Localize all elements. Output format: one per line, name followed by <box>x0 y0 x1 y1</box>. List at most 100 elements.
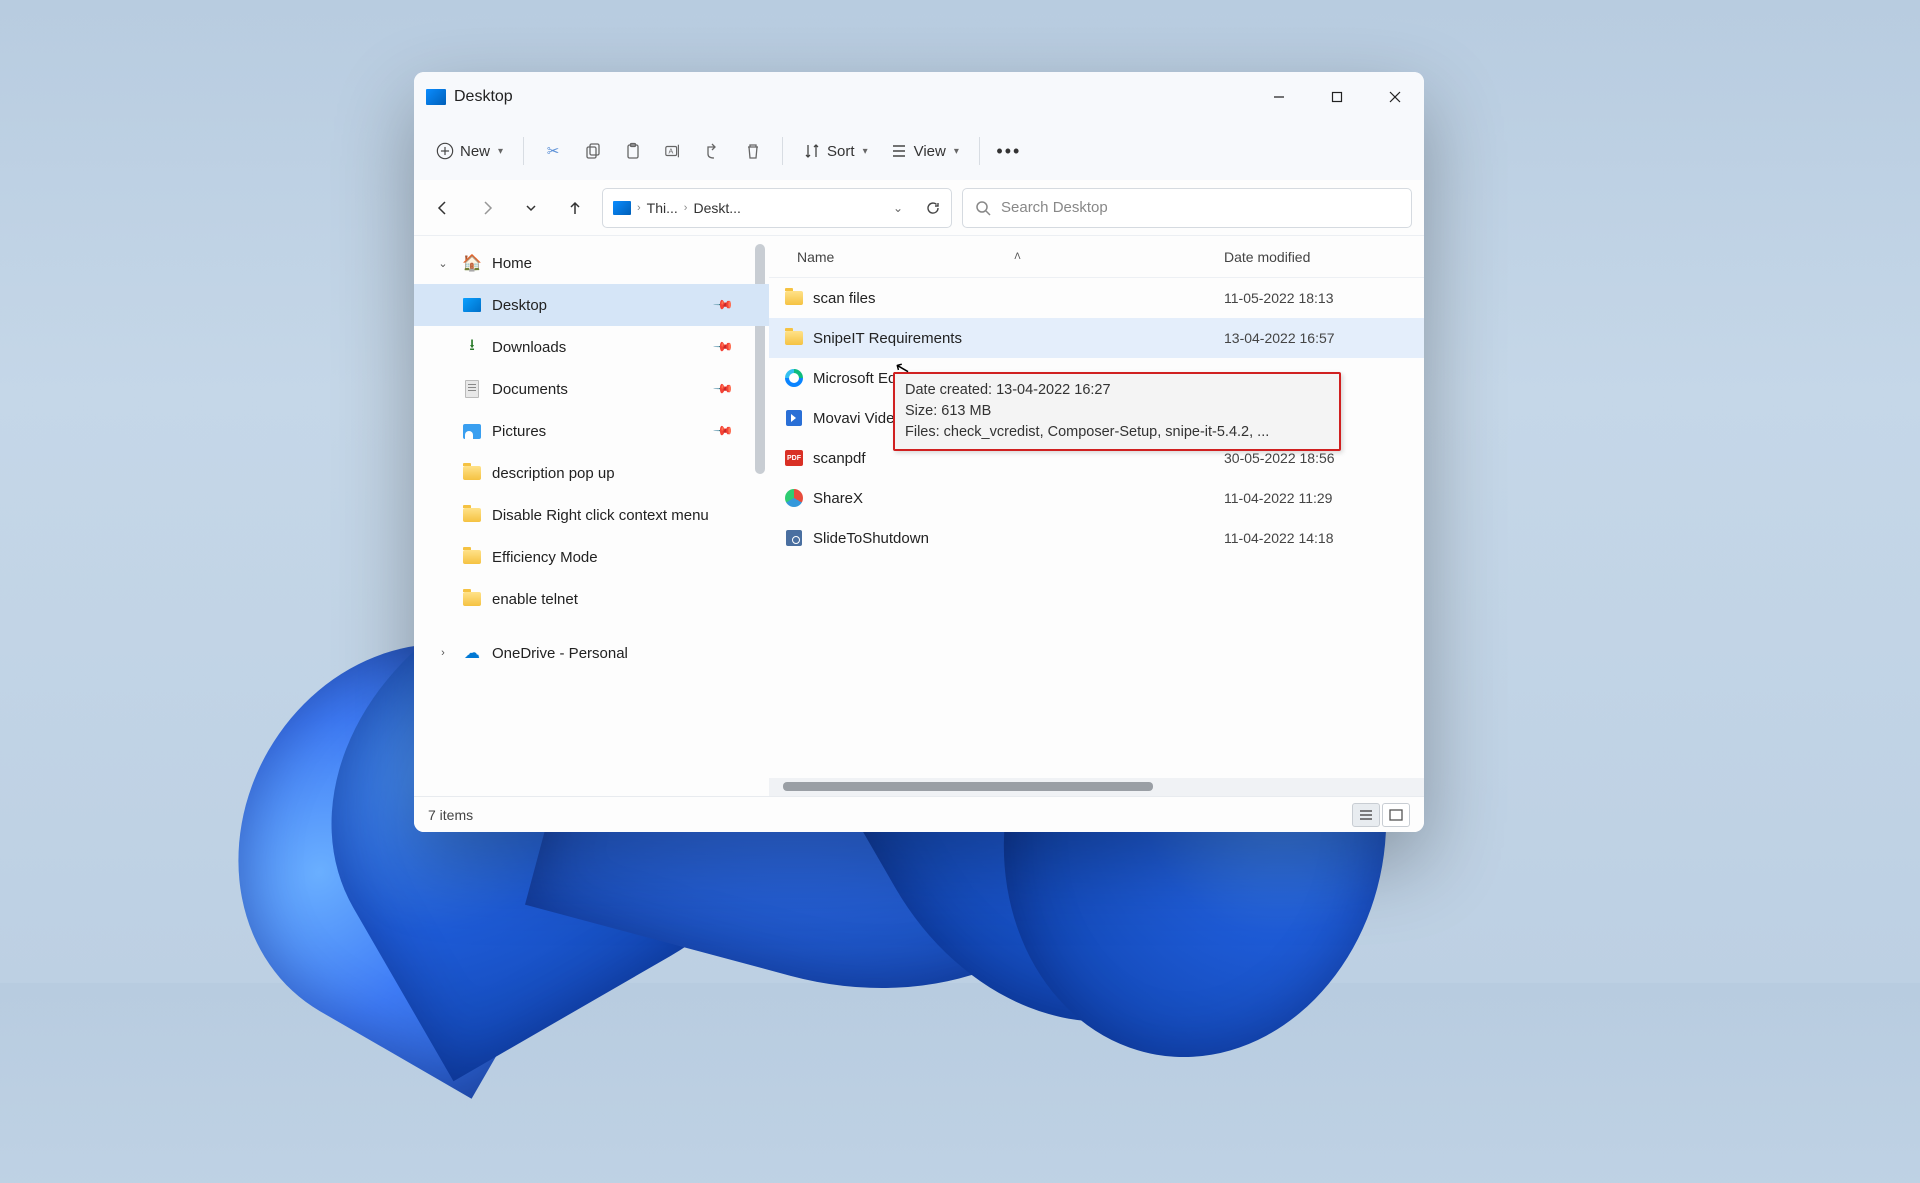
sidebar-item-pictures[interactable]: Pictures 📌 <box>414 410 769 452</box>
folder-icon <box>463 550 481 564</box>
pdf-icon: PDF <box>785 450 803 466</box>
address-row: › Thi... › Deskt... ⌄ <box>414 180 1424 236</box>
tooltip: Date created: 13-04-2022 16:27 Size: 613… <box>893 372 1341 451</box>
column-header-name[interactable]: Name <box>797 249 834 265</box>
forward-button[interactable] <box>470 191 504 225</box>
chevron-right-icon: › <box>637 202 641 214</box>
window-title: Desktop <box>454 88 513 106</box>
sidebar-item-label: description pop up <box>492 465 615 482</box>
column-header-date[interactable]: Date modified <box>1224 249 1424 265</box>
file-date: 11-04-2022 11:29 <box>1224 490 1424 506</box>
file-explorer-window: Desktop New ▾ ✂ A <box>414 72 1424 832</box>
folder-icon <box>463 466 481 480</box>
shutdown-icon <box>786 530 802 546</box>
cloud-icon: ☁ <box>462 644 482 662</box>
cut-button[interactable]: ✂ <box>534 131 572 171</box>
close-button[interactable] <box>1366 72 1424 122</box>
chevron-down-icon[interactable]: ⌄ <box>436 257 450 270</box>
search-input[interactable] <box>1001 199 1399 216</box>
new-label: New <box>460 143 490 160</box>
pc-icon <box>613 201 631 215</box>
file-row[interactable]: scan files11-05-2022 18:13 <box>769 278 1424 318</box>
horizontal-scrollbar[interactable] <box>769 778 1424 796</box>
clipboard-icon <box>624 142 642 160</box>
app-icon <box>426 89 446 105</box>
sidebar-item-folder[interactable]: enable telnet <box>414 578 769 620</box>
file-date: 30-05-2022 18:56 <box>1224 450 1424 466</box>
column-header-row: Name ᐱ Date modified <box>769 236 1424 278</box>
pin-icon[interactable]: 📌 <box>712 420 735 443</box>
pin-icon[interactable]: 📌 <box>712 336 735 359</box>
breadcrumb-segment[interactable]: Thi... <box>647 200 678 216</box>
chevron-down-icon: ▾ <box>498 146 503 157</box>
file-name: SlideToShutdown <box>813 530 929 547</box>
rename-button[interactable]: A <box>654 131 692 171</box>
sidebar-item-desktop[interactable]: Desktop 📌 <box>414 284 769 326</box>
paste-button[interactable] <box>614 131 652 171</box>
sidebar-item-label: Home <box>492 255 532 272</box>
chevron-right-icon[interactable]: › <box>436 647 450 659</box>
file-name: Microsoft Edg <box>813 370 905 387</box>
search-bar[interactable] <box>962 188 1412 228</box>
more-button[interactable]: ••• <box>990 131 1028 171</box>
up-button[interactable] <box>558 191 592 225</box>
sort-button[interactable]: Sort ▾ <box>793 131 878 171</box>
toolbar: New ▾ ✂ A Sort ▾ View ▾ ••• <box>414 122 1424 180</box>
sidebar-item-label: Desktop <box>492 297 547 314</box>
refresh-button[interactable] <box>925 200 941 216</box>
sort-ascending-icon: ᐱ <box>1014 251 1020 262</box>
folder-icon <box>463 592 481 606</box>
list-icon <box>890 142 908 160</box>
sidebar-item-label: Disable Right click context menu <box>492 507 709 524</box>
file-name: scanpdf <box>813 450 866 467</box>
view-button[interactable]: View ▾ <box>880 131 969 171</box>
file-row[interactable]: SnipeIT Requirements13-04-2022 16:57 <box>769 318 1424 358</box>
share-button[interactable] <box>694 131 732 171</box>
file-name: ShareX <box>813 490 863 507</box>
sidebar-item-folder[interactable]: description pop up <box>414 452 769 494</box>
sidebar-item-label: Efficiency Mode <box>492 549 598 566</box>
search-icon <box>975 200 991 216</box>
maximize-button[interactable] <box>1308 72 1366 122</box>
address-bar[interactable]: › Thi... › Deskt... ⌄ <box>602 188 952 228</box>
view-label: View <box>914 143 946 160</box>
delete-button[interactable] <box>734 131 772 171</box>
folder-icon <box>785 291 803 305</box>
sidebar-item-folder[interactable]: Efficiency Mode <box>414 536 769 578</box>
document-icon <box>465 380 479 398</box>
sidebar-item-home[interactable]: ⌄ Home <box>414 242 769 284</box>
sidebar-item-onedrive[interactable]: › ☁ OneDrive - Personal <box>414 632 769 674</box>
share-icon <box>704 142 722 160</box>
chevron-down-icon: ▾ <box>954 146 959 157</box>
folder-icon <box>463 508 481 522</box>
titlebar[interactable]: Desktop <box>414 72 1424 122</box>
details-view-button[interactable] <box>1352 803 1380 827</box>
sidebar-item-documents[interactable]: Documents 📌 <box>414 368 769 410</box>
sort-label: Sort <box>827 143 855 160</box>
sidebar-item-folder[interactable]: Disable Right click context menu <box>414 494 769 536</box>
sidebar-item-label: Downloads <box>492 339 566 356</box>
file-list: Name ᐱ Date modified scan files11-05-202… <box>769 236 1424 796</box>
chevron-down-icon[interactable]: ⌄ <box>893 201 903 215</box>
scrollbar-thumb[interactable] <box>783 782 1153 791</box>
copy-button[interactable] <box>574 131 612 171</box>
file-date: 11-05-2022 18:13 <box>1224 290 1424 306</box>
download-icon: ⭳ <box>462 338 482 356</box>
minimize-button[interactable] <box>1250 72 1308 122</box>
sidebar-item-label: enable telnet <box>492 591 578 608</box>
pictures-icon <box>463 424 481 439</box>
plus-circle-icon <box>436 142 454 160</box>
sidebar: ⌄ Home Desktop 📌 ⭳ Downloads 📌 Documents… <box>414 236 769 796</box>
breadcrumb-segment[interactable]: Deskt... <box>693 200 740 216</box>
sidebar-item-downloads[interactable]: ⭳ Downloads 📌 <box>414 326 769 368</box>
new-button[interactable]: New ▾ <box>426 131 513 171</box>
back-button[interactable] <box>426 191 460 225</box>
file-row[interactable]: ShareX 11-04-2022 11:29 <box>769 478 1424 518</box>
tooltip-line: Size: 613 MB <box>905 401 1329 422</box>
thumbnails-view-button[interactable] <box>1382 803 1410 827</box>
scissors-icon: ✂ <box>544 142 562 160</box>
pin-icon[interactable]: 📌 <box>712 378 735 401</box>
pin-icon[interactable]: 📌 <box>712 294 735 317</box>
file-row[interactable]: SlideToShutdown11-04-2022 14:18 <box>769 518 1424 558</box>
recent-dropdown[interactable] <box>514 191 548 225</box>
